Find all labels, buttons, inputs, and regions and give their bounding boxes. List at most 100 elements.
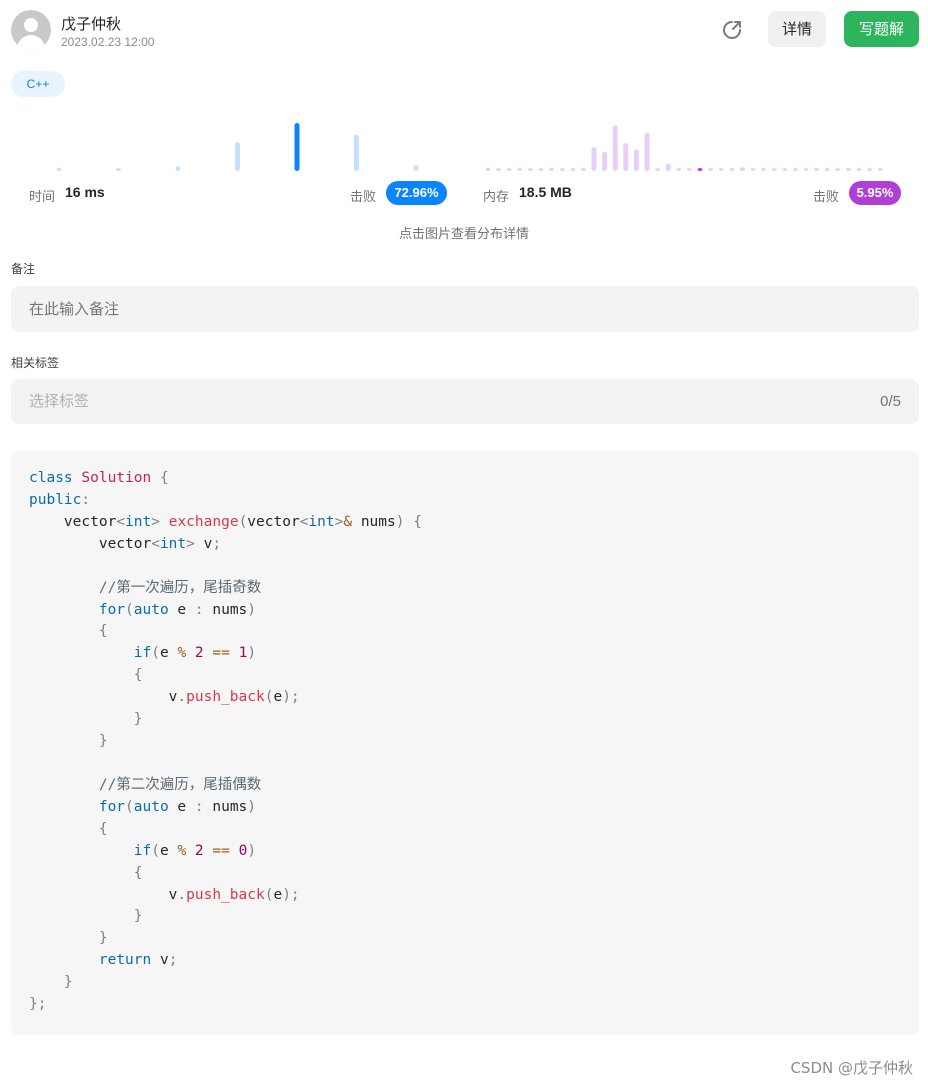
- memory-bar: [856, 168, 862, 171]
- time-bar: [116, 168, 121, 171]
- code-line: }: [29, 906, 901, 928]
- code-line: for(auto e : nums): [29, 797, 901, 819]
- code-token: .: [177, 689, 187, 706]
- time-beat-label: 击败: [350, 190, 377, 205]
- code-token: 2: [194, 645, 204, 662]
- code-token: ==: [212, 645, 230, 662]
- time-bar: [175, 166, 181, 171]
- distribution-hint[interactable]: 点击图片查看分布详情: [0, 223, 928, 242]
- code-token: 2: [194, 842, 204, 859]
- code-line: vector<int> v;: [29, 534, 901, 556]
- memory-bar: [549, 168, 555, 171]
- code-token: ==: [212, 842, 230, 859]
- code-token: }: [29, 908, 143, 925]
- memory-bar: [835, 168, 841, 171]
- code-token: e: [168, 798, 195, 815]
- memory-bar: [591, 147, 597, 171]
- time-bar: [56, 168, 62, 171]
- code-line: }: [29, 972, 901, 994]
- code-token: 0: [238, 842, 248, 859]
- code-line: vector<int> exchange(vector<int>& nums) …: [29, 512, 901, 534]
- note-label: 备注: [11, 262, 36, 276]
- tag-select[interactable]: 选择标签 0/5: [11, 379, 919, 424]
- code-token: {: [159, 470, 169, 486]
- memory-bar: [803, 168, 809, 171]
- code-line: }: [29, 709, 901, 731]
- memory-bar: [506, 168, 512, 171]
- code-token: );: [282, 886, 300, 903]
- distribution-charts[interactable]: [0, 110, 928, 180]
- code-token: <: [151, 535, 160, 552]
- code-line: };: [29, 994, 901, 1016]
- code-token: e: [159, 842, 178, 859]
- time-bar-current: [294, 123, 300, 171]
- code-token: :: [81, 491, 91, 508]
- code-token: v: [29, 689, 178, 706]
- code-token: vector: [29, 513, 117, 530]
- time-label: 时间: [29, 190, 56, 205]
- code-token: ): [247, 645, 257, 662]
- code-token: push_back: [186, 689, 265, 706]
- submission-datetime: 2023.02.23 12:00: [61, 35, 155, 49]
- code-token: v: [29, 886, 178, 903]
- code-line: public:: [29, 490, 901, 512]
- code-line: {: [29, 665, 901, 687]
- memory-bar: [676, 168, 682, 171]
- code-token: }: [29, 930, 108, 947]
- detail-button[interactable]: 详情: [768, 11, 826, 47]
- code-token: };: [29, 996, 47, 1013]
- memory-bar: [517, 168, 523, 171]
- note-input[interactable]: [11, 286, 919, 332]
- code-token: ): [247, 798, 257, 815]
- code-token: >: [151, 513, 169, 530]
- memory-bar: [538, 168, 544, 171]
- code-line: //第一次遍历，尾插奇数: [29, 578, 901, 600]
- code-line: {: [29, 621, 901, 643]
- memory-bar: [739, 167, 745, 171]
- code-line: if(e % 2 == 0): [29, 841, 901, 863]
- memory-bar: [792, 168, 798, 171]
- memory-bar: [570, 168, 576, 171]
- share-icon[interactable]: [720, 18, 744, 42]
- code-line: return v;: [29, 950, 901, 972]
- avatar[interactable]: [11, 10, 51, 50]
- time-bar: [413, 165, 419, 171]
- code-token: public: [29, 491, 82, 508]
- code-token: {: [29, 820, 108, 837]
- code-token: if: [133, 842, 152, 859]
- write-solution-button[interactable]: 写题解: [844, 11, 919, 47]
- code-token: exchange: [168, 513, 239, 530]
- memory-bar: [612, 125, 618, 171]
- language-tag: C++: [11, 71, 65, 97]
- code-token: {: [29, 623, 108, 640]
- memory-bar: [633, 149, 639, 171]
- time-bar: [354, 134, 359, 171]
- code-token: :: [194, 601, 204, 618]
- code-token: :: [194, 798, 204, 815]
- memory-bar: [750, 168, 756, 171]
- code-token: ): [247, 842, 257, 859]
- code-line: {: [29, 819, 901, 841]
- code-token: ;: [168, 952, 178, 969]
- username[interactable]: 戊子仲秋: [61, 13, 121, 34]
- memory-bar: [559, 168, 565, 171]
- code-line: class Solution {: [29, 468, 901, 490]
- code-line: }: [29, 928, 901, 950]
- memory-beat-label: 击败: [813, 190, 840, 205]
- code-line: for(auto e : nums): [29, 600, 901, 622]
- avatar-head-shape: [24, 18, 38, 32]
- code-token: e: [159, 645, 178, 662]
- memory-bar: [771, 168, 777, 171]
- code-token: int: [125, 513, 152, 530]
- code-token: >: [186, 535, 204, 552]
- memory-value: 18.5 MB: [519, 184, 572, 200]
- code-token: if: [133, 645, 152, 662]
- code-token: nums: [203, 798, 248, 815]
- code-block[interactable]: class Solution {public: vector<int> exch…: [11, 451, 919, 1035]
